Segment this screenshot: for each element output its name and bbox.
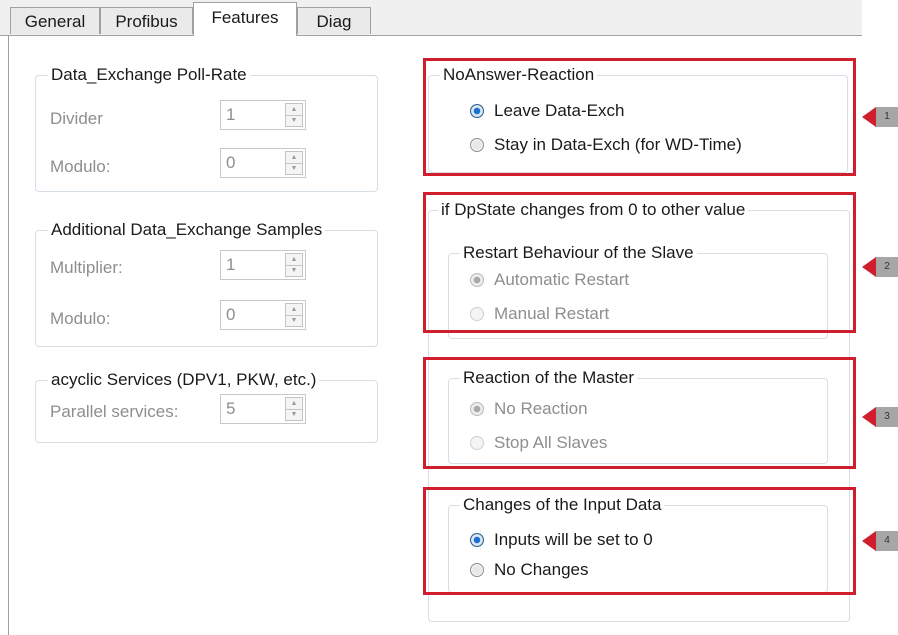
tab-strip-divider — [0, 35, 862, 36]
samples-modulo-spinbox[interactable]: 0 ▲ ▼ — [220, 300, 306, 330]
highlight-box-2 — [423, 192, 856, 333]
multiplier-spinbox[interactable]: 1 ▲ ▼ — [220, 250, 306, 280]
panel-left-border — [8, 36, 9, 635]
tab-general[interactable]: General — [10, 7, 100, 34]
highlight-box-1 — [423, 58, 856, 176]
poll-modulo-value: 0 — [226, 153, 236, 172]
marker-arrow-icon — [862, 107, 876, 127]
parallel-services-spinbox[interactable]: 5 ▲ ▼ — [220, 394, 306, 424]
marker-arrow-icon — [862, 407, 876, 427]
additional-samples-group — [35, 230, 378, 347]
marker-number: 3 — [876, 407, 898, 427]
poll-modulo-spin-buttons[interactable]: ▲ ▼ — [285, 151, 303, 175]
marker-4: 4 — [862, 531, 898, 551]
multiplier-label: Multiplier: — [50, 258, 123, 277]
highlight-box-4 — [423, 487, 856, 595]
poll-modulo-label: Modulo: — [50, 157, 111, 176]
divider-spinbox[interactable]: 1 ▲ ▼ — [220, 100, 306, 130]
spin-down-icon[interactable]: ▼ — [286, 265, 302, 276]
divider-spin-buttons[interactable]: ▲ ▼ — [285, 103, 303, 127]
marker-number: 4 — [876, 531, 898, 551]
tab-diag[interactable]: Diag — [297, 7, 371, 34]
marker-number: 2 — [876, 257, 898, 277]
spin-down-icon[interactable]: ▼ — [286, 409, 302, 420]
spin-down-icon[interactable]: ▼ — [286, 115, 302, 126]
highlight-box-3 — [423, 357, 856, 469]
samples-modulo-value: 0 — [226, 305, 236, 324]
marker-arrow-icon — [862, 257, 876, 277]
marker-number: 1 — [876, 107, 898, 127]
poll-modulo-spinbox[interactable]: 0 ▲ ▼ — [220, 148, 306, 178]
spin-down-icon[interactable]: ▼ — [286, 315, 302, 326]
marker-arrow-icon — [862, 531, 876, 551]
spin-down-icon[interactable]: ▼ — [286, 163, 302, 174]
samples-modulo-label: Modulo: — [50, 309, 111, 328]
multiplier-spin-buttons[interactable]: ▲ ▼ — [285, 253, 303, 277]
tab-features[interactable]: Features — [193, 2, 297, 36]
marker-2: 2 — [862, 257, 898, 277]
marker-1: 1 — [862, 107, 898, 127]
additional-samples-title: Additional Data_Exchange Samples — [48, 220, 326, 240]
multiplier-value: 1 — [226, 255, 236, 274]
divider-value: 1 — [226, 105, 236, 124]
marker-3: 3 — [862, 407, 898, 427]
parallel-services-spin-buttons[interactable]: ▲ ▼ — [285, 397, 303, 421]
divider-label: Divider — [50, 109, 103, 128]
acyclic-services-title: acyclic Services (DPV1, PKW, etc.) — [48, 370, 320, 390]
parallel-services-value: 5 — [226, 399, 236, 418]
tab-profibus[interactable]: Profibus — [100, 7, 193, 34]
samples-modulo-spin-buttons[interactable]: ▲ ▼ — [285, 303, 303, 327]
parallel-services-label: Parallel services: — [50, 402, 179, 421]
poll-rate-title: Data_Exchange Poll-Rate — [48, 65, 250, 85]
